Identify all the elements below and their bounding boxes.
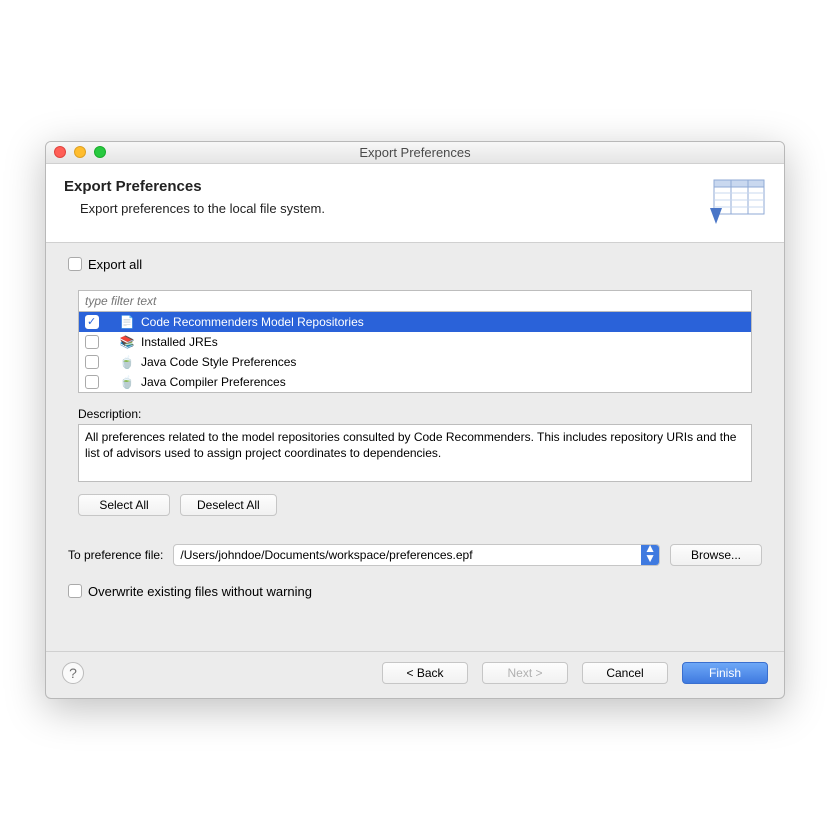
titlebar: Export Preferences (46, 142, 784, 164)
page-subtitle: Export preferences to the local file sys… (64, 201, 325, 216)
overwrite-checkbox[interactable] (68, 584, 82, 598)
tree-row[interactable]: 🍵 Java Compiler Preferences (79, 372, 751, 392)
dialog-footer: ? < Back Next > Cancel Finish (46, 651, 784, 698)
tree-row[interactable]: 🍵 Java Code Style Preferences (79, 352, 751, 372)
tree-item-label: Java Compiler Preferences (141, 375, 286, 389)
export-all-row[interactable]: Export all (68, 257, 762, 272)
description-box: All preferences related to the model rep… (78, 424, 752, 482)
export-all-label: Export all (88, 257, 142, 272)
file-path: /Users/johndoe/Documents/workspace/prefe… (174, 548, 641, 562)
page-title: Export Preferences (64, 178, 325, 195)
browse-button[interactable]: Browse... (670, 544, 762, 566)
finish-button[interactable]: Finish (682, 662, 768, 684)
deselect-all-button[interactable]: Deselect All (180, 494, 277, 516)
file-label: To preference file: (68, 548, 163, 562)
export-all-checkbox[interactable] (68, 257, 82, 271)
wizard-buttons: < Back Next > Cancel Finish (382, 662, 768, 684)
dialog-content: Export all 📄 Code Recommenders Model Repo… (46, 243, 784, 651)
tree-item-label: Java Code Style Preferences (141, 355, 296, 369)
selection-buttons: Select All Deselect All (78, 494, 752, 516)
tree-item-icon: 🍵 (119, 374, 135, 390)
description-label: Description: (78, 407, 752, 421)
next-button: Next > (482, 662, 568, 684)
tree-item-icon: 🍵 (119, 354, 135, 370)
overwrite-label: Overwrite existing files without warning (88, 584, 312, 599)
tree-item-checkbox[interactable] (85, 375, 99, 389)
tree-item-label: Code Recommenders Model Repositories (141, 315, 364, 329)
overwrite-row[interactable]: Overwrite existing files without warning (68, 584, 762, 599)
tree-item-label: Installed JREs (141, 335, 218, 349)
select-all-button[interactable]: Select All (78, 494, 170, 516)
dialog-header: Export Preferences Export preferences to… (46, 164, 784, 243)
dialog-window: Export Preferences Export Preferences Ex… (45, 141, 785, 699)
preferences-panel: 📄 Code Recommenders Model Repositories 📚 In… (64, 278, 766, 530)
file-row: To preference file: /Users/johndoe/Docum… (68, 544, 762, 566)
tree-row[interactable]: 📚 Installed JREs (79, 332, 751, 352)
tree-item-checkbox[interactable] (85, 315, 99, 329)
window-title: Export Preferences (46, 145, 784, 160)
preferences-tree[interactable]: 📄 Code Recommenders Model Repositories 📚 In… (78, 312, 752, 393)
chevron-updown-icon[interactable]: ▲▼ (641, 545, 659, 565)
file-combo[interactable]: /Users/johndoe/Documents/workspace/prefe… (173, 544, 660, 566)
tree-item-icon: 📚 (119, 334, 135, 350)
cancel-button[interactable]: Cancel (582, 662, 668, 684)
header-text: Export Preferences Export preferences to… (64, 178, 325, 226)
tree-item-icon: 📄 (119, 314, 135, 330)
back-button[interactable]: < Back (382, 662, 468, 684)
export-icon (708, 178, 766, 226)
tree-item-checkbox[interactable] (85, 355, 99, 369)
tree-item-checkbox[interactable] (85, 335, 99, 349)
tree-row[interactable]: 📄 Code Recommenders Model Repositories (79, 312, 751, 332)
help-icon[interactable]: ? (62, 662, 84, 684)
filter-input[interactable] (78, 290, 752, 312)
